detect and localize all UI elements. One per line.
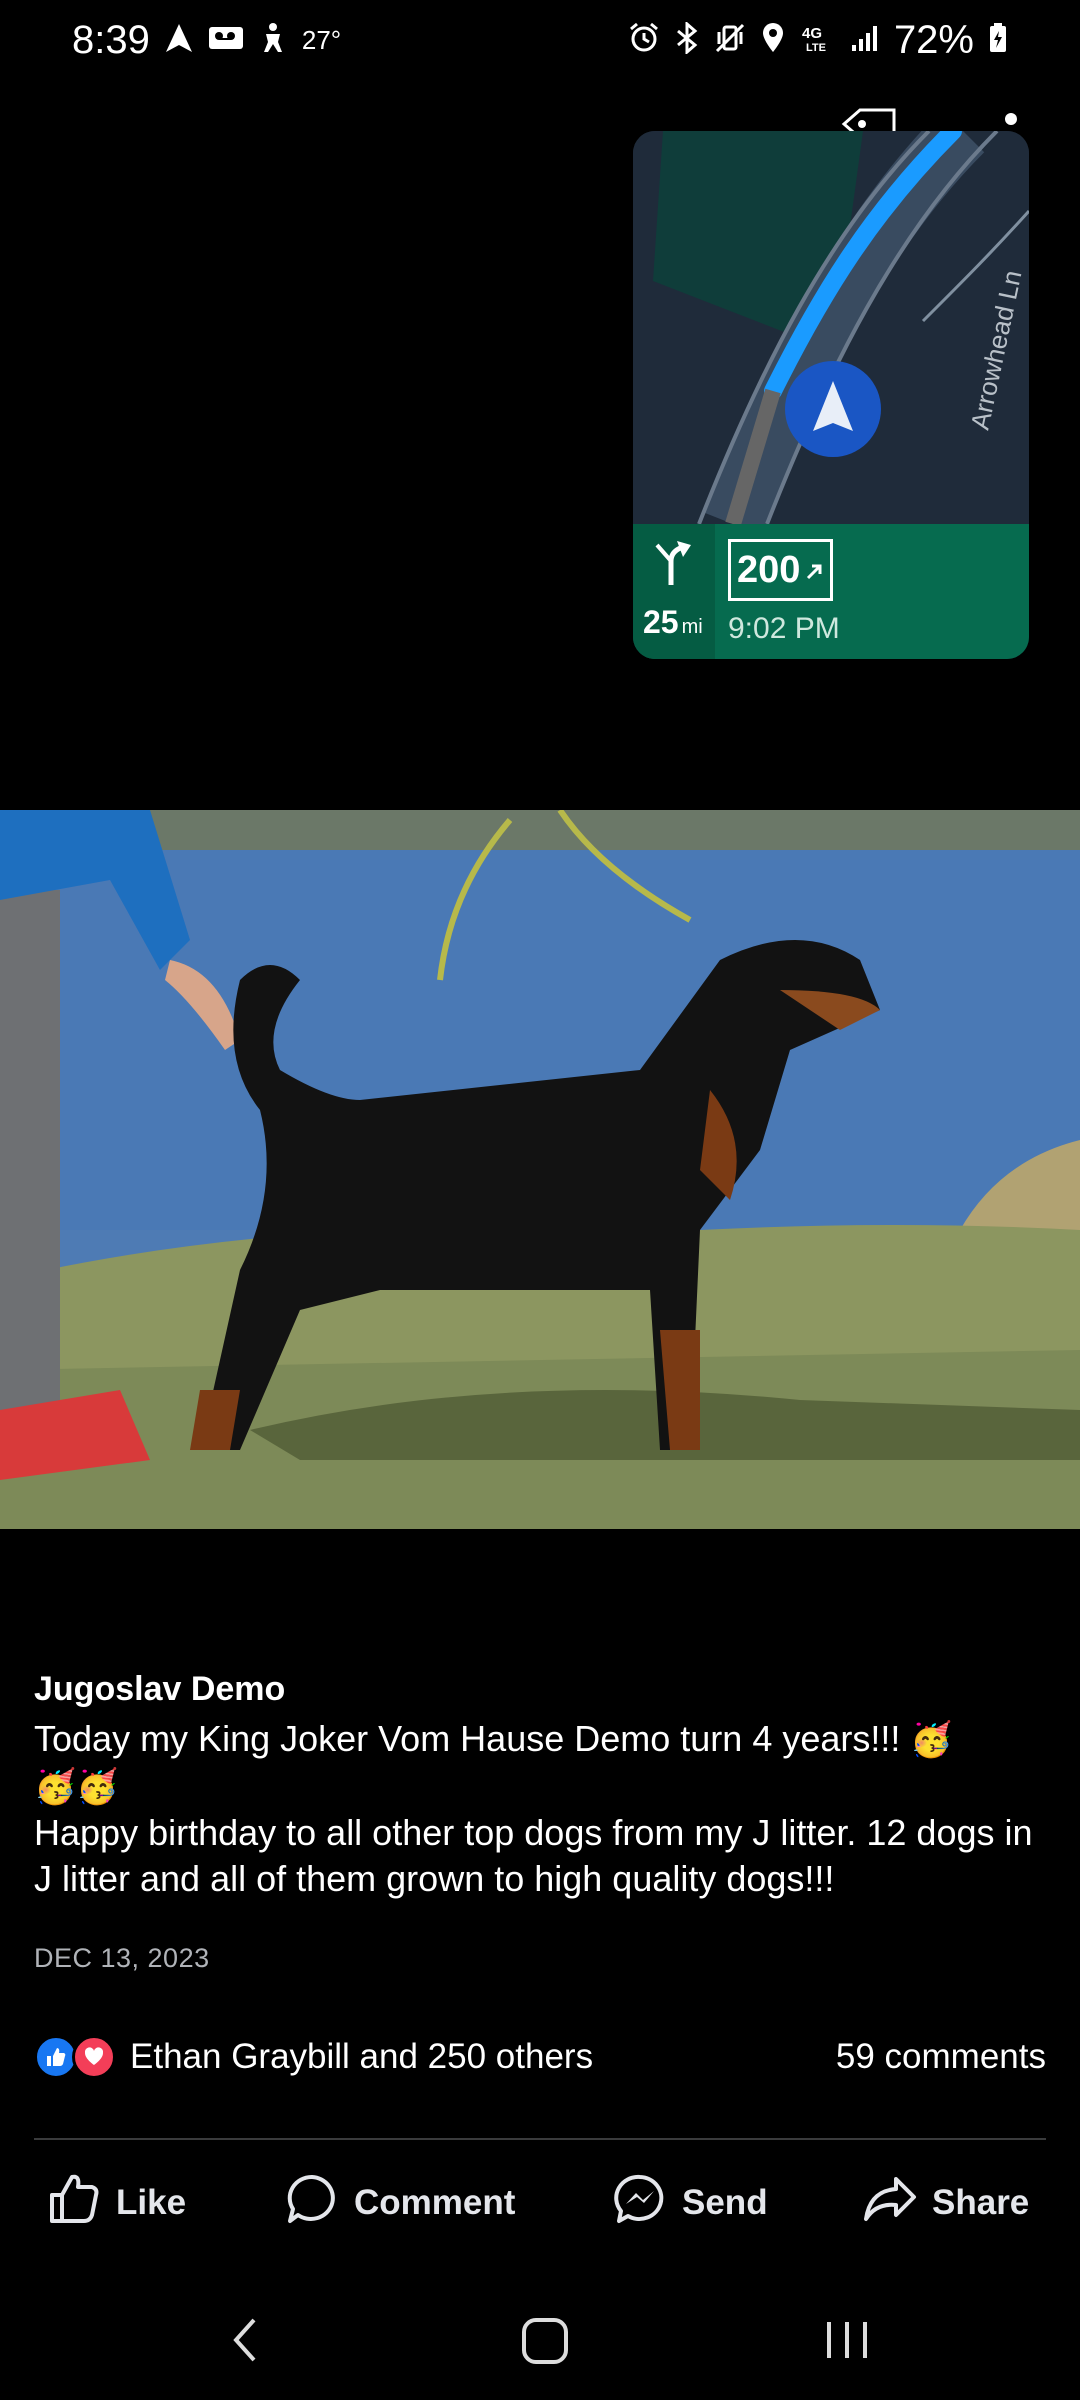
like-label: Like — [116, 2183, 187, 2222]
action-bar: Like Comment Send Share — [0, 2168, 1080, 2238]
share-button[interactable]: Share — [862, 2168, 1029, 2238]
send-label: Send — [682, 2183, 768, 2222]
signal-icon — [850, 23, 880, 58]
comment-button[interactable]: Comment — [284, 2168, 515, 2238]
comment-label: Comment — [354, 2183, 516, 2222]
vibrate-icon — [714, 22, 746, 59]
party-emoji: 🥳 — [910, 1721, 953, 1759]
network-4g-icon: 4G LTE — [800, 22, 836, 59]
voicemail-icon — [208, 23, 244, 58]
navigation-widget[interactable]: Arrowhead Ln 25 mi 200 9:02 PM — [633, 131, 1029, 659]
messenger-icon — [612, 2171, 668, 2236]
navigation-icon — [164, 22, 194, 59]
alarm-icon — [628, 22, 660, 59]
svg-text:4G: 4G — [802, 25, 822, 42]
post-text: Today my King Joker Vom Hause Demo turn … — [34, 1716, 1054, 1902]
more-options-icon[interactable] — [1005, 113, 1017, 125]
reaction-icons[interactable] — [34, 2035, 116, 2079]
turn-arrow-icon — [653, 539, 697, 592]
turn-distance: 25 mi — [643, 604, 703, 640]
route-badge: 200 — [728, 539, 834, 601]
post-photo[interactable] — [0, 808, 1080, 1529]
thumbs-up-icon — [46, 2171, 102, 2236]
battery-percentage: 72% — [893, 18, 974, 62]
post-text-line1: Today my King Joker Vom Hause Demo turn … — [34, 1718, 901, 1759]
reactions-summary[interactable]: Ethan Graybill and 250 others — [130, 2037, 593, 2077]
svg-text:LTE: LTE — [806, 42, 826, 54]
status-temperature: 27° — [301, 25, 342, 55]
share-label: Share — [932, 2183, 1030, 2222]
system-navigation-bar — [0, 2290, 1080, 2400]
battery-icon — [988, 22, 1008, 59]
status-time: 8:39 — [72, 18, 150, 62]
party-emoji-pair: 🥳🥳 — [34, 1768, 119, 1806]
reactions-row: Ethan Graybill and 250 others 59 comment… — [34, 2032, 1046, 2082]
location-icon — [760, 22, 786, 59]
post-text-line2: Happy birthday to all other top dogs fro… — [34, 1812, 1033, 1899]
like-button[interactable]: Like — [46, 2168, 186, 2238]
route-number: 200 — [737, 548, 801, 591]
next-turn-box: 25 mi — [633, 524, 715, 659]
recents-icon[interactable] — [823, 2312, 873, 2373]
back-icon[interactable] — [226, 2312, 262, 2373]
route-arrow-icon — [804, 549, 824, 592]
divider — [34, 2138, 1046, 2140]
share-icon — [862, 2171, 918, 2236]
post-author[interactable]: Jugoslav Demo — [34, 1670, 285, 1709]
bluetooth-icon — [674, 20, 700, 59]
navigation-map[interactable]: Arrowhead Ln — [633, 131, 1029, 535]
comments-count[interactable]: 59 comments — [836, 2037, 1046, 2077]
distance-unit: mi — [681, 616, 703, 638]
post-date: DEC 13, 2023 — [34, 1943, 210, 1973]
accessibility-icon — [258, 22, 288, 59]
comment-icon — [284, 2171, 340, 2236]
home-icon[interactable] — [518, 2312, 574, 2373]
love-reaction-icon — [72, 2035, 116, 2079]
status-bar: 8:39 27° 4G LTE 72% — [0, 0, 1080, 90]
navigation-footer: 25 mi 200 9:02 PM — [633, 524, 1029, 659]
arrival-time: 9:02 PM — [728, 612, 840, 645]
send-button[interactable]: Send — [612, 2168, 768, 2238]
